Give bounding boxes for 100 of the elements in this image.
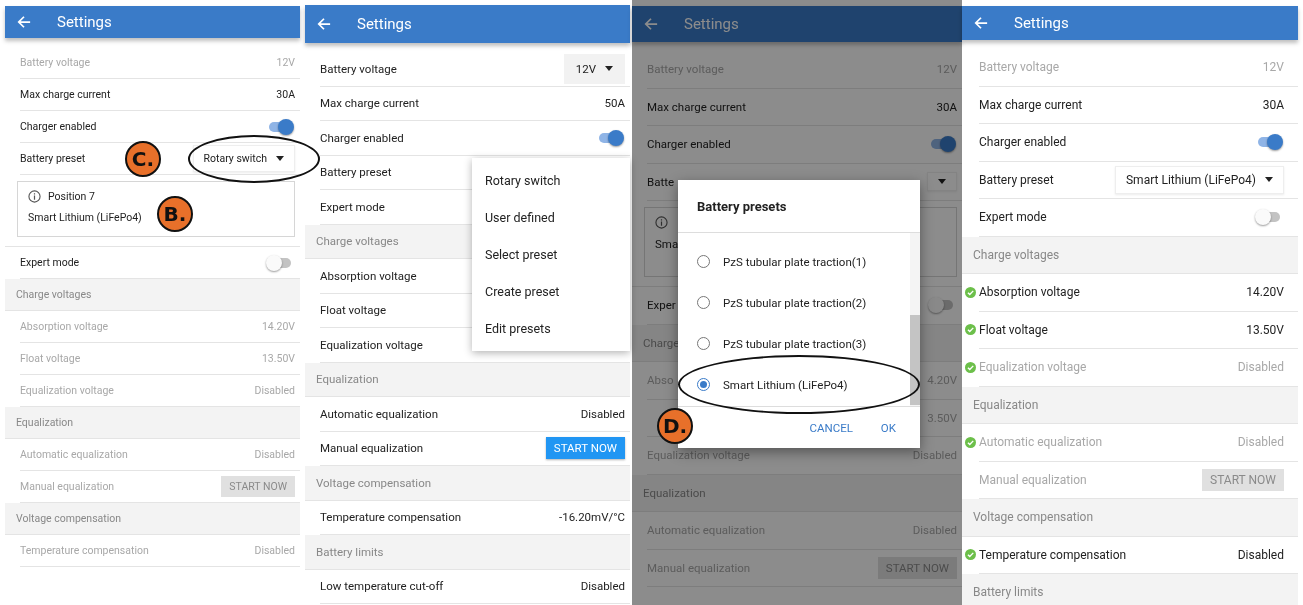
setting-value: 50A bbox=[604, 96, 625, 111]
dropdown[interactable]: Smart Lithium (LiFePo4) bbox=[1115, 165, 1284, 194]
option-label[interactable]: PzS tubular plate traction(3) bbox=[723, 336, 867, 351]
setting-label: Float voltage bbox=[20, 352, 81, 365]
screen-title: Settings bbox=[1014, 14, 1069, 32]
section-header: Equalization bbox=[305, 362, 630, 397]
caret-icon bbox=[1265, 177, 1273, 183]
caret-icon bbox=[276, 156, 284, 161]
setting-value: 30A bbox=[936, 99, 957, 114]
toggle-switch[interactable] bbox=[1258, 212, 1280, 223]
setting-label: Battery voltage bbox=[979, 60, 1060, 75]
setting-value: 14.20V bbox=[1246, 285, 1284, 300]
section-header: Battery limits bbox=[962, 574, 1298, 605]
setting-value: Disabled bbox=[580, 579, 625, 594]
setting-value: 13.50V bbox=[261, 352, 295, 365]
back-arrow-icon[interactable] bbox=[317, 17, 331, 31]
setting-label: Expert mode bbox=[320, 199, 385, 214]
caret-icon bbox=[605, 66, 613, 72]
setting-value: Disabled bbox=[254, 544, 295, 557]
section-header: Voltage compensation bbox=[305, 466, 630, 501]
setting-value: Disabled bbox=[1237, 547, 1284, 562]
setting-value: 14.20V bbox=[261, 320, 295, 333]
setting-label: Absorption voltage bbox=[20, 320, 109, 333]
setting-label: Max charge current bbox=[320, 96, 419, 111]
setting-label: Automatic equalization bbox=[320, 406, 438, 421]
toggle-switch[interactable] bbox=[269, 257, 291, 268]
setting-label: Max charge current bbox=[647, 99, 746, 114]
setting-label: Automatic equalization bbox=[20, 448, 128, 461]
back-arrow-icon[interactable] bbox=[974, 16, 988, 30]
callout-badge: B. bbox=[157, 196, 193, 232]
toggle-switch[interactable] bbox=[1258, 137, 1280, 148]
setting-label: Float voltage bbox=[979, 322, 1048, 337]
toggle-switch[interactable] bbox=[269, 121, 291, 132]
dialog-button[interactable]: OK bbox=[870, 416, 906, 439]
setting-value: 13.50V bbox=[1246, 322, 1284, 337]
callout-badge: C. bbox=[125, 141, 161, 177]
setting-value: 30A bbox=[276, 88, 295, 101]
option-label[interactable]: PzS tubular plate traction(2) bbox=[723, 295, 867, 310]
back-arrow-icon[interactable] bbox=[17, 15, 31, 29]
section-header: Voltage compensation bbox=[962, 499, 1298, 537]
setting-label: Charger enabled bbox=[320, 130, 404, 145]
setting-label: Absorption voltage bbox=[320, 268, 417, 283]
section-header: Voltage compensation bbox=[5, 503, 300, 535]
setting-value: 12V bbox=[276, 56, 295, 69]
setting-label: Charger enabled bbox=[979, 135, 1067, 150]
setting-value: Disabled bbox=[580, 406, 625, 421]
setting-label: Battery voltage bbox=[320, 61, 397, 76]
menu-item[interactable]: Edit presets bbox=[472, 310, 630, 347]
setting-label: Absorption voltage bbox=[979, 285, 1080, 300]
setting-value: Disabled bbox=[254, 384, 295, 397]
setting-label: Batte bbox=[647, 174, 675, 189]
screen-title: Settings bbox=[57, 13, 112, 31]
setting-label: Expert mode bbox=[20, 256, 80, 269]
back-arrow-icon[interactable] bbox=[644, 17, 658, 31]
setting-label: Battery voltage bbox=[20, 56, 91, 69]
dropdown[interactable]: Rotary switch bbox=[192, 145, 295, 172]
dialog-button[interactable]: CANCEL bbox=[799, 416, 863, 439]
section-header: Charge voltages bbox=[962, 236, 1298, 274]
dialog-title: Battery presets bbox=[678, 180, 920, 233]
info-icon bbox=[28, 190, 41, 203]
setting-label: Battery preset bbox=[320, 165, 392, 180]
setting-value: Disabled bbox=[254, 448, 295, 461]
scrollbar[interactable] bbox=[910, 233, 920, 406]
screen-title: Settings bbox=[357, 15, 412, 33]
setting-value: 12V bbox=[1262, 60, 1284, 75]
option-label[interactable]: Smart Lithium (LiFePo4) bbox=[723, 377, 848, 392]
menu-item[interactable]: Rotary switch bbox=[472, 162, 630, 199]
setting-value: Disabled bbox=[1237, 435, 1284, 450]
option-label[interactable]: PzS tubular plate traction(1) bbox=[723, 254, 867, 269]
screen-title: Settings bbox=[684, 15, 739, 33]
setting-label: Temperature compensation bbox=[320, 510, 462, 525]
section-header: Battery limits bbox=[305, 535, 630, 570]
setting-label: Charger enabled bbox=[20, 120, 97, 133]
setting-label: Battery preset bbox=[979, 172, 1054, 187]
setting-label: Low temperature cut-off bbox=[320, 579, 444, 594]
setting-label: Float voltage bbox=[320, 303, 386, 318]
setting-value: Disabled bbox=[1237, 360, 1284, 375]
toggle-switch[interactable] bbox=[931, 139, 953, 150]
setting-label: Max charge current bbox=[979, 97, 1083, 112]
setting-label: Temperature compensation bbox=[20, 544, 149, 557]
callout-badge: D. bbox=[657, 408, 693, 444]
setting-label: Manual equalization bbox=[20, 480, 115, 493]
section-header: Equalization bbox=[632, 474, 962, 512]
setting-label: Exper bbox=[647, 298, 676, 313]
setting-label: Automatic equalization bbox=[979, 435, 1103, 450]
info-text: Sma bbox=[655, 237, 679, 251]
section-header: Equalization bbox=[5, 407, 300, 439]
setting-label: Manual equalization bbox=[979, 472, 1087, 487]
setting-label: Expert mode bbox=[979, 210, 1047, 225]
setting-label: Equalization voltage bbox=[20, 384, 114, 397]
info-text: Smart Lithium (LiFePo4) bbox=[28, 211, 142, 224]
toggle-switch[interactable] bbox=[599, 132, 621, 143]
menu-item[interactable]: Create preset bbox=[472, 273, 630, 310]
dropdown[interactable]: 12V bbox=[563, 53, 625, 84]
dropdown[interactable] bbox=[927, 172, 957, 192]
setting-label: Battery preset bbox=[20, 152, 86, 165]
setting-label: Equalization voltage bbox=[979, 360, 1087, 375]
toggle-switch[interactable] bbox=[931, 300, 953, 311]
caret-icon bbox=[938, 179, 946, 185]
section-header: Charge voltages bbox=[5, 279, 300, 311]
